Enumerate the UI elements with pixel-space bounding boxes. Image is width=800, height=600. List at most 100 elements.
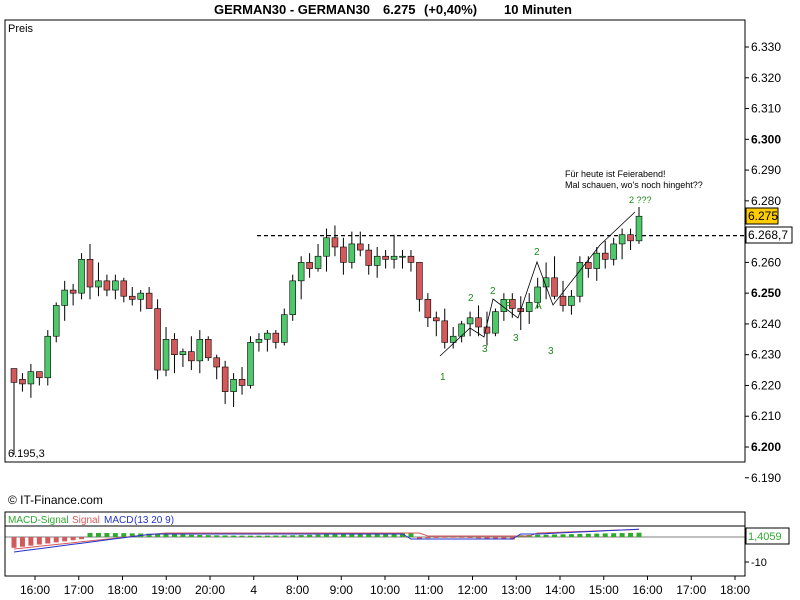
candle-body bbox=[171, 339, 178, 355]
candle-body bbox=[551, 277, 558, 297]
last-price-badge-text: 6.275 bbox=[748, 209, 778, 223]
candle-body bbox=[466, 317, 474, 325]
macd-histogram-bar bbox=[433, 537, 439, 538]
macd-histogram-bar bbox=[79, 537, 85, 540]
macd-histogram-bar bbox=[307, 534, 313, 537]
macd-histogram-bar bbox=[568, 534, 574, 537]
candle-body bbox=[154, 308, 161, 371]
candle-body bbox=[365, 249, 372, 266]
wave-label: 3 bbox=[548, 346, 554, 357]
macd-histogram-bar bbox=[298, 535, 304, 537]
macd-histogram-bar bbox=[231, 535, 237, 537]
y-axis: 6.190 6.200 6.210 6.220 6.230 6.240 6.250 6.260… bbox=[745, 40, 781, 485]
wave-label: A bbox=[535, 301, 542, 312]
candle-body bbox=[618, 234, 626, 245]
candle-body bbox=[52, 305, 60, 337]
macd-histogram-bar bbox=[560, 534, 566, 537]
candle-body bbox=[407, 255, 415, 263]
macd-histogram-bar bbox=[45, 537, 51, 544]
candle-body bbox=[179, 351, 187, 355]
y-tick-label: 6.280 bbox=[751, 194, 781, 208]
macd-histogram-bar bbox=[163, 534, 169, 537]
y-tick-label: 6.240 bbox=[751, 317, 781, 331]
macd-histogram-bar bbox=[70, 537, 76, 541]
macd-tick-label: -10 bbox=[751, 557, 767, 569]
macd-histogram-bar bbox=[442, 537, 448, 538]
annotation-line-2: Mal schauen, wo's noch hingeht?? bbox=[565, 180, 703, 190]
candle-body bbox=[559, 295, 567, 306]
candle-body bbox=[213, 357, 220, 368]
candle-body bbox=[27, 371, 35, 385]
macd-histogram-bar bbox=[585, 533, 591, 537]
y-tick-label: 6.190 bbox=[751, 471, 781, 485]
chart-header: GERMAN30 - GERMAN30 6.275 (+0,40%) 10 Mi… bbox=[214, 2, 572, 17]
header-change: (+0,40%) bbox=[424, 2, 477, 17]
macd-histogram-bar bbox=[636, 532, 642, 537]
macd-histogram-bar bbox=[619, 533, 625, 537]
x-tick-label: 18:00 bbox=[720, 583, 750, 597]
candle-body bbox=[112, 280, 119, 291]
macd-histogram-bar bbox=[602, 533, 608, 537]
candle-body bbox=[264, 332, 271, 340]
candle-body bbox=[281, 314, 288, 343]
macd-histogram-bar bbox=[484, 537, 490, 539]
x-tick-label: 15:00 bbox=[589, 583, 619, 597]
macd-histogram-bar bbox=[188, 534, 194, 537]
candle-body bbox=[390, 255, 398, 260]
macd-histogram-bar bbox=[416, 537, 422, 539]
macd-histogram-bar bbox=[332, 534, 338, 537]
macd-histogram-bar bbox=[205, 535, 211, 537]
candle-body bbox=[306, 262, 313, 269]
macd-histogram-bar bbox=[577, 533, 583, 537]
x-tick-label: 11:00 bbox=[414, 583, 443, 597]
candle-body bbox=[188, 351, 195, 362]
macd-histogram-bar bbox=[324, 534, 329, 537]
candle-body bbox=[601, 252, 609, 260]
macd-histogram-bar bbox=[180, 534, 186, 537]
candle-body bbox=[95, 280, 102, 288]
candle-body bbox=[19, 379, 26, 385]
candle-body bbox=[230, 379, 237, 392]
candle-body bbox=[36, 371, 43, 379]
macd-histogram-bar bbox=[543, 534, 549, 537]
candle-body bbox=[205, 339, 212, 359]
macd-histogram-bar bbox=[552, 534, 558, 537]
y-tick-label: 6.310 bbox=[751, 102, 781, 116]
watermark: © IT-Finance.com bbox=[8, 493, 103, 507]
macd-histogram-bar bbox=[281, 535, 287, 537]
macd-histogram-bar bbox=[62, 537, 68, 542]
macd-histogram-bar bbox=[408, 532, 414, 537]
x-tick-label: 18:00 bbox=[107, 583, 137, 597]
y-tick-label: 6.210 bbox=[751, 409, 781, 423]
x-tick-label: 19:00 bbox=[151, 583, 181, 597]
wave-label: 2 bbox=[490, 286, 496, 297]
macd-histogram-bar bbox=[171, 534, 177, 537]
candle-body bbox=[78, 259, 85, 294]
macd-histogram-bar bbox=[467, 537, 473, 538]
x-tick-label: 8:00 bbox=[286, 583, 310, 597]
macd-histogram-bar bbox=[273, 535, 279, 537]
candle-body bbox=[196, 339, 204, 362]
macd-histogram-bar bbox=[628, 532, 634, 537]
candle-body bbox=[120, 280, 128, 297]
y-tick-label: 6.230 bbox=[751, 348, 781, 362]
dashed-level-badge-text: 6.268,7 bbox=[748, 228, 788, 242]
macd-histogram-bar bbox=[214, 535, 220, 537]
candle-body bbox=[568, 295, 575, 306]
candle-body bbox=[475, 317, 482, 328]
macd-histogram-bar bbox=[594, 533, 600, 537]
header-symbol: GERMAN30 - GERMAN30 bbox=[214, 2, 370, 17]
candle-body bbox=[44, 335, 52, 379]
y-tick-label: 6.250 bbox=[751, 286, 781, 300]
macd-legend-params: (13 20 9) bbox=[134, 515, 174, 526]
x-tick-label: 20:00 bbox=[195, 583, 225, 597]
x-tick-label: 4 bbox=[250, 583, 257, 597]
candle-body bbox=[145, 292, 153, 309]
macd-histogram-bar bbox=[28, 537, 34, 546]
wave-label: E bbox=[505, 298, 512, 309]
candle-body bbox=[340, 246, 347, 263]
candle-body bbox=[69, 289, 77, 294]
x-tick-label: 16:00 bbox=[20, 583, 50, 597]
candle-body bbox=[323, 237, 330, 257]
macd-histogram-bar bbox=[535, 534, 541, 537]
